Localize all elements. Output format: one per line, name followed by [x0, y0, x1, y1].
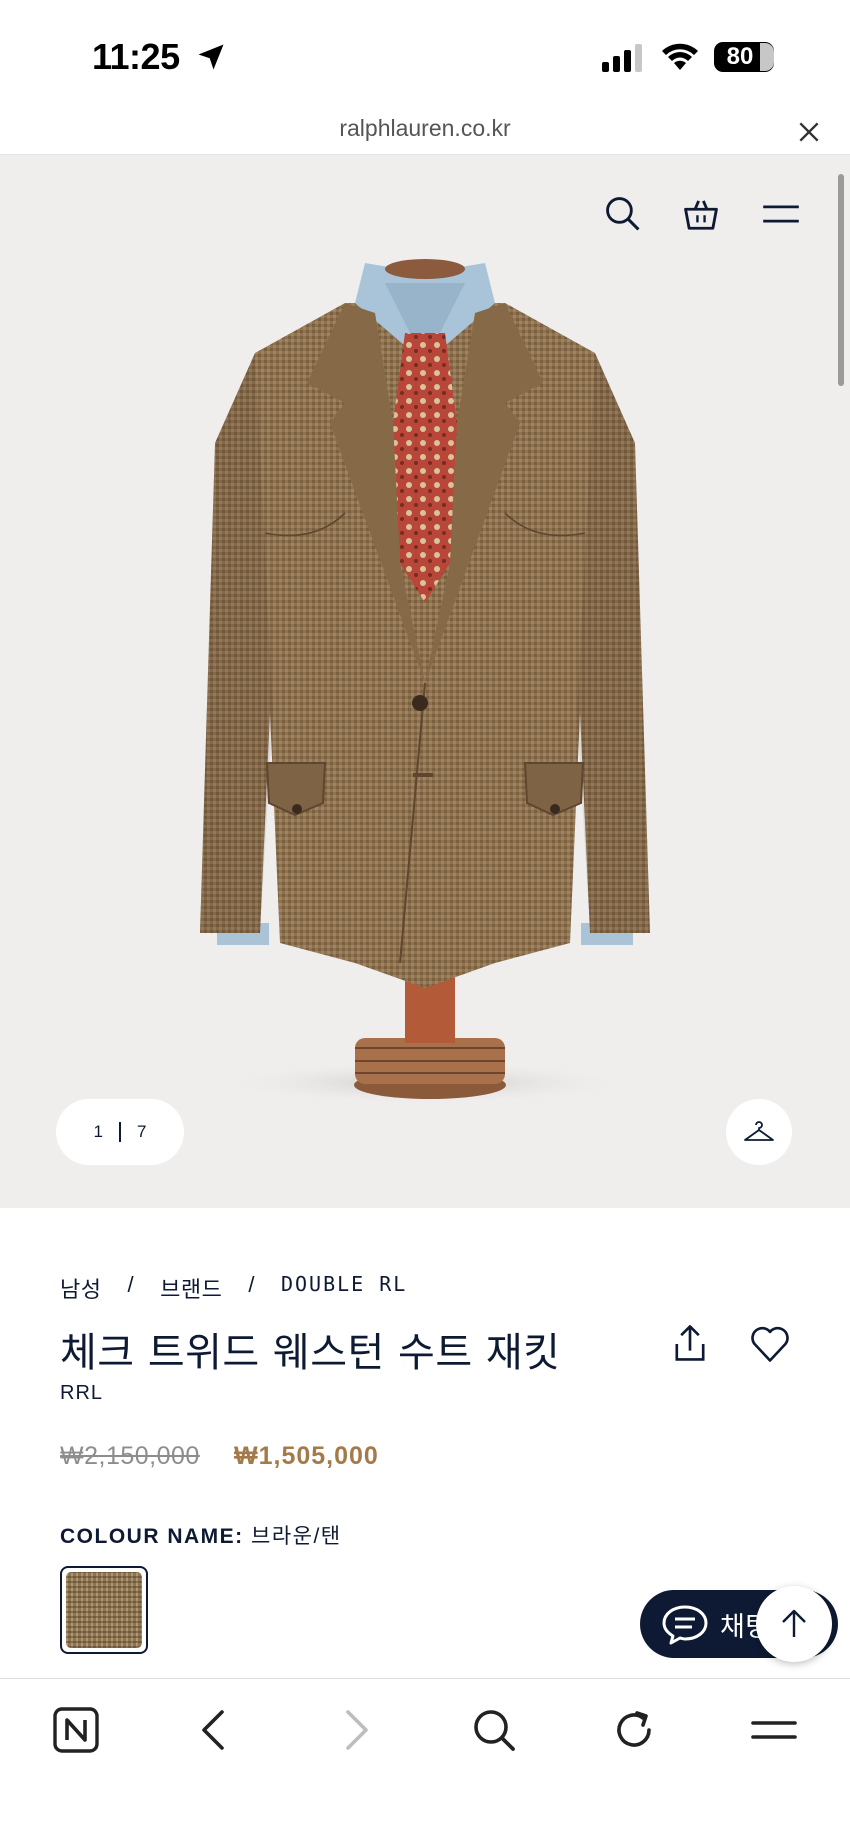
naver-n-icon [53, 1707, 99, 1753]
chevron-left-icon [202, 1710, 224, 1750]
battery-level: 80 [726, 43, 754, 70]
image-pager: 1 7 [56, 1099, 184, 1165]
scroll-top-button[interactable] [756, 1586, 832, 1662]
hanger-button[interactable] [726, 1099, 792, 1165]
pager-divider [119, 1122, 121, 1142]
chevron-right-icon [346, 1710, 368, 1750]
pager-current: 1 [93, 1122, 103, 1141]
browser-menu-button[interactable] [748, 1704, 800, 1756]
shopping-bag-icon[interactable] [682, 195, 720, 233]
arrow-up-icon [782, 1609, 806, 1637]
search-icon [474, 1710, 515, 1751]
status-time: 11:25 [92, 36, 180, 77]
colour-label: COLOUR NAME: [60, 1525, 244, 1548]
swatch-image [66, 1572, 142, 1648]
menu-icon[interactable] [762, 195, 800, 233]
product-brand: RRL [60, 1382, 104, 1404]
breadcrumb-men[interactable]: 남성 [60, 1272, 101, 1304]
naver-home-button[interactable] [50, 1704, 102, 1756]
url-text[interactable]: ralphlauren.co.kr [0, 115, 850, 142]
wishlist-heart-icon[interactable] [748, 1322, 792, 1366]
colour-value: 브라운/탠 [251, 1525, 342, 1548]
share-icon[interactable] [668, 1322, 712, 1366]
breadcrumb-separator: / [127, 1272, 135, 1297]
pager-total: 7 [137, 1122, 147, 1141]
breadcrumb-separator: / [248, 1272, 255, 1297]
reload-icon [617, 1711, 651, 1747]
search-icon[interactable] [604, 195, 642, 233]
sale-price: ₩1,505,000 [234, 1442, 379, 1470]
breadcrumb-brand[interactable]: 브랜드 [160, 1272, 222, 1304]
signal-icon [602, 44, 642, 72]
breadcrumb: 남성 / 브랜드 / DOUBLE RL [60, 1272, 407, 1304]
browser-search-button[interactable] [468, 1704, 520, 1756]
forward-button[interactable] [330, 1704, 382, 1756]
colour-name: COLOUR NAME: 브라운/탠 [60, 1520, 342, 1550]
breadcrumb-double-rl[interactable]: DOUBLE RL [281, 1272, 407, 1304]
location-arrow-icon [198, 44, 224, 70]
product-title: 체크 트위드 웨스턴 수트 재킷 [60, 1330, 561, 1376]
product-image [200, 259, 650, 1103]
browser-toolbar [0, 1678, 850, 1842]
back-button[interactable] [188, 1704, 240, 1756]
colour-swatch[interactable] [60, 1566, 148, 1654]
reload-button[interactable] [608, 1704, 660, 1756]
status-bar: 11:25 80 [0, 0, 850, 105]
chat-bubble-icon [662, 1605, 708, 1645]
hamburger-icon [751, 1721, 797, 1739]
wifi-icon [662, 43, 698, 70]
url-bar[interactable]: ralphlauren.co.kr [0, 105, 850, 155]
scrollbar[interactable] [838, 174, 844, 386]
hanger-icon [744, 1121, 774, 1141]
original-price: ₩2,150,000 [60, 1442, 200, 1470]
product-gallery[interactable]: 1 7 [0, 155, 850, 1208]
close-icon[interactable] [796, 119, 822, 145]
